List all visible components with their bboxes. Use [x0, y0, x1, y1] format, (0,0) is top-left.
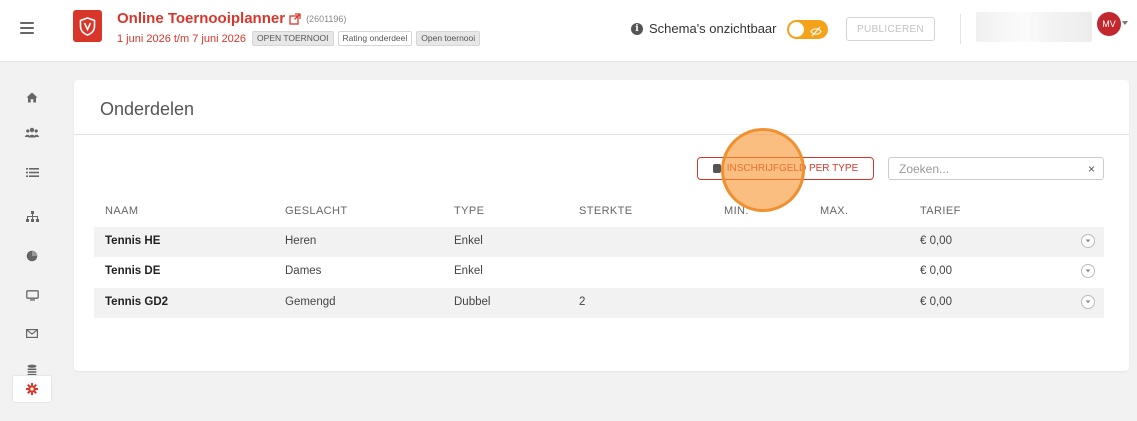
info-icon[interactable]: i [631, 22, 643, 35]
badge-open-toernooi-caps: OPEN TOERNOOI [252, 31, 334, 46]
cell-geslacht: Dames [285, 265, 322, 277]
row-dropdown-icon[interactable] [1081, 264, 1095, 278]
cell-geslacht: Heren [285, 235, 317, 247]
monitor-icon [25, 289, 39, 301]
date-range: 1 juni 2026 t/m 7 juni 2026 [117, 32, 247, 45]
sidebar-item-list[interactable] [12, 158, 52, 186]
schema-visibility: i Schema's onzichtbaar [631, 21, 777, 36]
cell-type: Enkel [454, 235, 483, 247]
cell-tarief: € 0,00 [920, 235, 952, 247]
cell-geslacht: Gemengd [285, 296, 336, 308]
sidebar-item-players[interactable] [12, 118, 52, 146]
cell-naam: Tennis DE [105, 265, 161, 277]
sidebar-item-stats[interactable] [12, 242, 52, 270]
search-box: × [888, 157, 1104, 180]
sidebar-item-settings[interactable] [12, 375, 52, 403]
page-title: Onderdelen [100, 99, 195, 119]
column-header-naam[interactable]: NAAM [105, 205, 138, 217]
users-icon [25, 127, 39, 137]
tournament-id: (2601196) [306, 13, 347, 24]
schema-visibility-label: Schema's onzichtbaar [649, 21, 777, 36]
tournament-meta: 1 juni 2026 t/m 7 juni 2026 OPEN TOERNOO… [117, 31, 481, 46]
list-icon [25, 167, 39, 177]
column-header-tarief[interactable]: TARIEF [920, 205, 961, 217]
eye-slash-icon [810, 24, 822, 42]
gear-icon [26, 383, 38, 395]
cell-type: Enkel [454, 265, 483, 277]
title-divider [74, 134, 1129, 135]
home-icon [26, 92, 38, 102]
table-row[interactable]: Tennis DE Dames Enkel € 0,00 [94, 257, 1104, 287]
mail-icon [26, 328, 38, 338]
shield-logo-icon[interactable] [73, 10, 102, 42]
schema-visibility-toggle[interactable] [787, 20, 828, 39]
sidebar-item-mail[interactable] [12, 319, 52, 347]
badge-rating-onderdeel: Rating onderdeel [337, 31, 413, 46]
row-dropdown-icon[interactable] [1081, 234, 1095, 248]
publish-button[interactable]: PUBLICEREN [846, 17, 935, 41]
cell-tarief: € 0,00 [920, 265, 952, 277]
badge-open-toernooi: Open toernooi [416, 31, 481, 46]
cell-naam: Tennis HE [105, 235, 161, 247]
cell-naam: Tennis GD2 [105, 296, 169, 308]
row-dropdown-icon[interactable] [1081, 295, 1095, 309]
toggle-knob [789, 22, 804, 37]
column-header-max[interactable]: MAX. [820, 205, 849, 217]
column-header-sterkte[interactable]: STERKTE [579, 205, 633, 217]
hierarchy-icon [25, 210, 39, 222]
search-input[interactable] [889, 158, 1069, 179]
table-row[interactable]: Tennis HE Heren Enkel € 0,00 [94, 227, 1104, 257]
external-link-icon[interactable] [289, 12, 301, 25]
onderdelen-card: Onderdelen INSCHRIJFGELD PER TYPE × NAAM… [74, 80, 1129, 371]
cell-tarief: € 0,00 [920, 296, 952, 308]
app-title[interactable]: Online Toernooiplanner (2601196) [117, 10, 346, 27]
header-divider [960, 14, 961, 44]
wallet-icon [712, 164, 721, 173]
sidebar-item-home[interactable] [12, 83, 52, 111]
user-name-area[interactable] [976, 12, 1092, 42]
column-header-geslacht[interactable]: GESLACHT [285, 205, 348, 217]
avatar[interactable]: MV [1097, 12, 1121, 36]
cell-type: Dubbel [454, 296, 491, 308]
avatar-caret-icon[interactable] [1122, 21, 1128, 25]
table-header: NAAM GESLACHT TYPE STERKTE MIN. MAX. TAR… [94, 197, 1104, 225]
clear-search-icon[interactable]: × [1088, 162, 1095, 176]
sidebar-item-draws[interactable] [12, 202, 52, 230]
sidebar-item-display[interactable] [12, 281, 52, 309]
app-title-text[interactable]: Online Toernooiplanner [117, 10, 285, 27]
hamburger-menu-icon[interactable] [20, 22, 34, 34]
top-bar: Online Toernooiplanner (2601196) 1 juni … [0, 0, 1137, 62]
column-header-type[interactable]: TYPE [454, 205, 484, 217]
sidebar [0, 62, 64, 421]
table-row[interactable]: Tennis GD2 Gemengd Dubbel 2 € 0,00 [94, 288, 1104, 318]
pie-chart-icon [26, 250, 38, 262]
cell-sterkte: 2 [579, 296, 586, 308]
click-highlight-marker [721, 128, 805, 212]
